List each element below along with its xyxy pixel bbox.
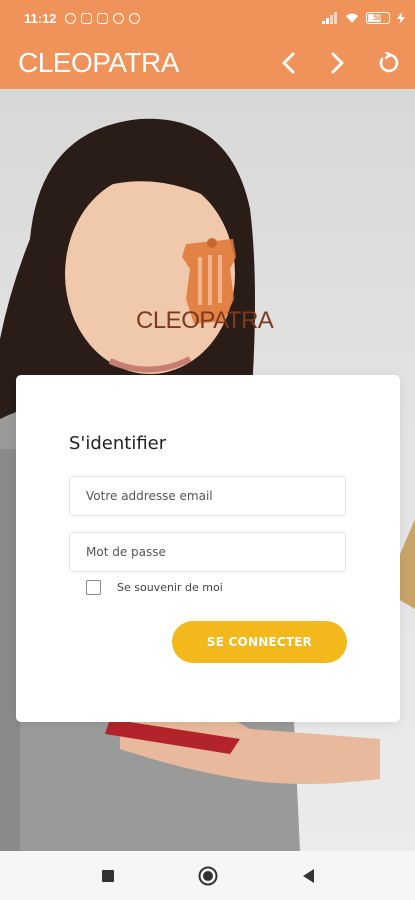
login-card: S'identifier Se souvenir de moi SE CONNE… [16,375,400,722]
clock: 11:12 [24,10,57,26]
alarm-icon [64,12,76,24]
app-title: CLEOPATRA [18,46,179,78]
wifi-icon [346,13,358,23]
system-icons: 58 [322,12,405,24]
refresh-icon [379,51,399,72]
forward-button[interactable] [325,48,351,78]
remember-me-checkbox[interactable] [86,580,101,595]
chevron-right-icon [331,52,344,73]
recents-icon [101,869,114,882]
signal-icon [322,12,337,24]
chevron-left-icon [282,52,295,73]
system-nav-bar [0,851,415,900]
login-button[interactable]: SE CONNECTER [172,621,347,663]
brand-name: CLEOPATRA [136,307,274,334]
recents-button[interactable] [93,861,123,891]
login-title: S'identifier [69,433,167,454]
back-nav-button[interactable] [293,861,323,891]
home-icon [198,866,217,885]
charging-icon [397,12,405,24]
email-field[interactable] [69,476,346,516]
notification-icons [64,12,140,24]
hero-background: CLEOPATRA S'identifier Se souvenir de mo… [0,89,415,851]
remember-me-row[interactable]: Se souvenir de moi [86,580,223,595]
youtube-icon [96,12,108,24]
back-button[interactable] [275,48,301,78]
news-icon [80,12,92,24]
app-toolbar: CLEOPATRA [0,36,415,89]
no-sim-icon [128,12,140,24]
home-button[interactable] [193,861,223,891]
whatsapp-icon [112,12,124,24]
back-icon [302,868,314,883]
battery-icon: 58 [366,12,390,24]
reload-button[interactable] [375,48,401,78]
password-field[interactable] [69,532,346,572]
status-bar: 11:12 58 [0,0,415,36]
remember-me-label: Se souvenir de moi [117,581,223,594]
toolbar-buttons [275,48,401,78]
